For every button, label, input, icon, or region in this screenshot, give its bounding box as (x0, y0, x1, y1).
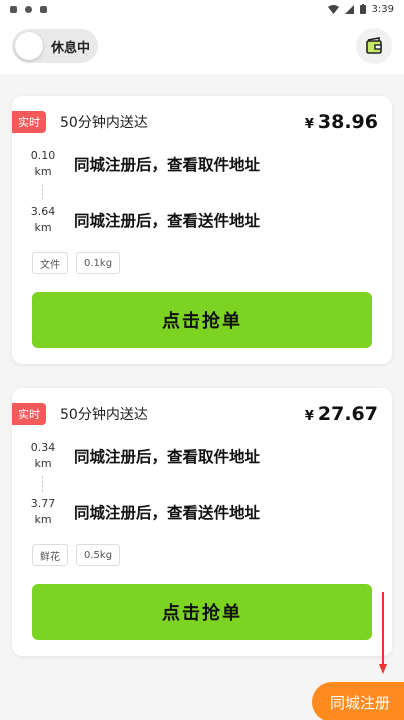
status-bar: 3:39 (0, 0, 404, 18)
city-register-button[interactable]: 同城注册 (312, 682, 404, 720)
work-status-label: 休息中 (51, 40, 91, 56)
route: 0.34 km 同城注册后，查看取件地址 3.77 km 同城注册后，查看送件地… (12, 436, 392, 532)
pickup-address: 同城注册后，查看取件地址 (74, 448, 261, 466)
dropoff-distance-value: 3.64 (30, 205, 56, 218)
delivery-eta: 50分钟内送达 (60, 115, 148, 131)
currency-symbol: ¥ (304, 409, 314, 424)
battery-icon (359, 4, 366, 14)
realtime-tag: 实时 (12, 403, 46, 425)
pickup-distance-value: 0.10 (30, 149, 56, 162)
toggle-knob (15, 32, 43, 60)
order-price: ¥38.96 (305, 111, 378, 133)
status-time: 3:39 (371, 3, 394, 15)
dropoff-row: 3.77 km 同城注册后，查看送件地址 (30, 492, 378, 532)
dropoff-distance-value: 3.77 (30, 497, 56, 510)
order-tags: 鲜花 0.5kg (12, 544, 392, 566)
grab-order-button[interactable]: 点击抢单 (32, 292, 372, 348)
pickup-distance-unit: km (34, 165, 52, 178)
category-tag: 文件 (32, 252, 68, 274)
pickup-distance: 0.34 km (30, 440, 56, 472)
order-card: 实时 50分钟内送达 ¥38.96 0.10 km 同城注册后，查看取件地址 3… (12, 96, 392, 364)
pickup-address: 同城注册后，查看取件地址 (74, 156, 261, 174)
weight-tag: 0.1kg (76, 252, 121, 274)
grab-order-button[interactable]: 点击抢单 (32, 584, 372, 640)
notification-icon (10, 5, 17, 13)
pickup-row: 0.34 km 同城注册后，查看取件地址 (30, 436, 378, 476)
realtime-tag: 实时 (12, 111, 46, 133)
dropoff-address: 同城注册后，查看送件地址 (74, 212, 261, 230)
order-list: 实时 50分钟内送达 ¥38.96 0.10 km 同城注册后，查看取件地址 3… (0, 74, 404, 656)
order-card: 实时 50分钟内送达 ¥27.67 0.34 km 同城注册后，查看取件地址 3… (12, 388, 392, 656)
currency-symbol: ¥ (304, 117, 314, 132)
route: 0.10 km 同城注册后，查看取件地址 3.64 km 同城注册后，查看送件地… (12, 144, 392, 240)
pickup-distance: 0.10 km (30, 148, 56, 180)
top-bar: 休息中 (0, 18, 404, 74)
pickup-row: 0.10 km 同城注册后，查看取件地址 (30, 144, 378, 184)
dropoff-distance-unit: km (34, 513, 52, 526)
category-tag: 鲜花 (32, 544, 68, 566)
pickup-distance-value: 0.34 (30, 441, 56, 454)
order-tags: 文件 0.1kg (12, 252, 392, 274)
work-status-toggle[interactable]: 休息中 (12, 29, 98, 63)
route-connector (42, 184, 43, 200)
wallet-button[interactable] (356, 28, 392, 64)
delivery-eta: 50分钟内送达 (60, 407, 148, 423)
order-price: ¥27.67 (305, 403, 378, 425)
price-value: 38.96 (317, 111, 378, 133)
signal-icon (344, 4, 354, 14)
notification-icon (40, 5, 47, 13)
dropoff-distance-unit: km (34, 221, 52, 234)
notification-icon (25, 5, 32, 13)
wifi-icon (327, 4, 339, 14)
dropoff-distance: 3.64 km (30, 204, 56, 236)
price-value: 27.67 (317, 403, 378, 425)
down-arrow-icon (379, 592, 387, 674)
wallet-icon (366, 37, 382, 54)
weight-tag: 0.5kg (76, 544, 121, 566)
dropoff-address: 同城注册后，查看送件地址 (74, 504, 261, 522)
route-connector (42, 476, 43, 492)
pickup-distance-unit: km (34, 457, 52, 470)
dropoff-row: 3.64 km 同城注册后，查看送件地址 (30, 200, 378, 240)
dropoff-distance: 3.77 km (30, 496, 56, 528)
